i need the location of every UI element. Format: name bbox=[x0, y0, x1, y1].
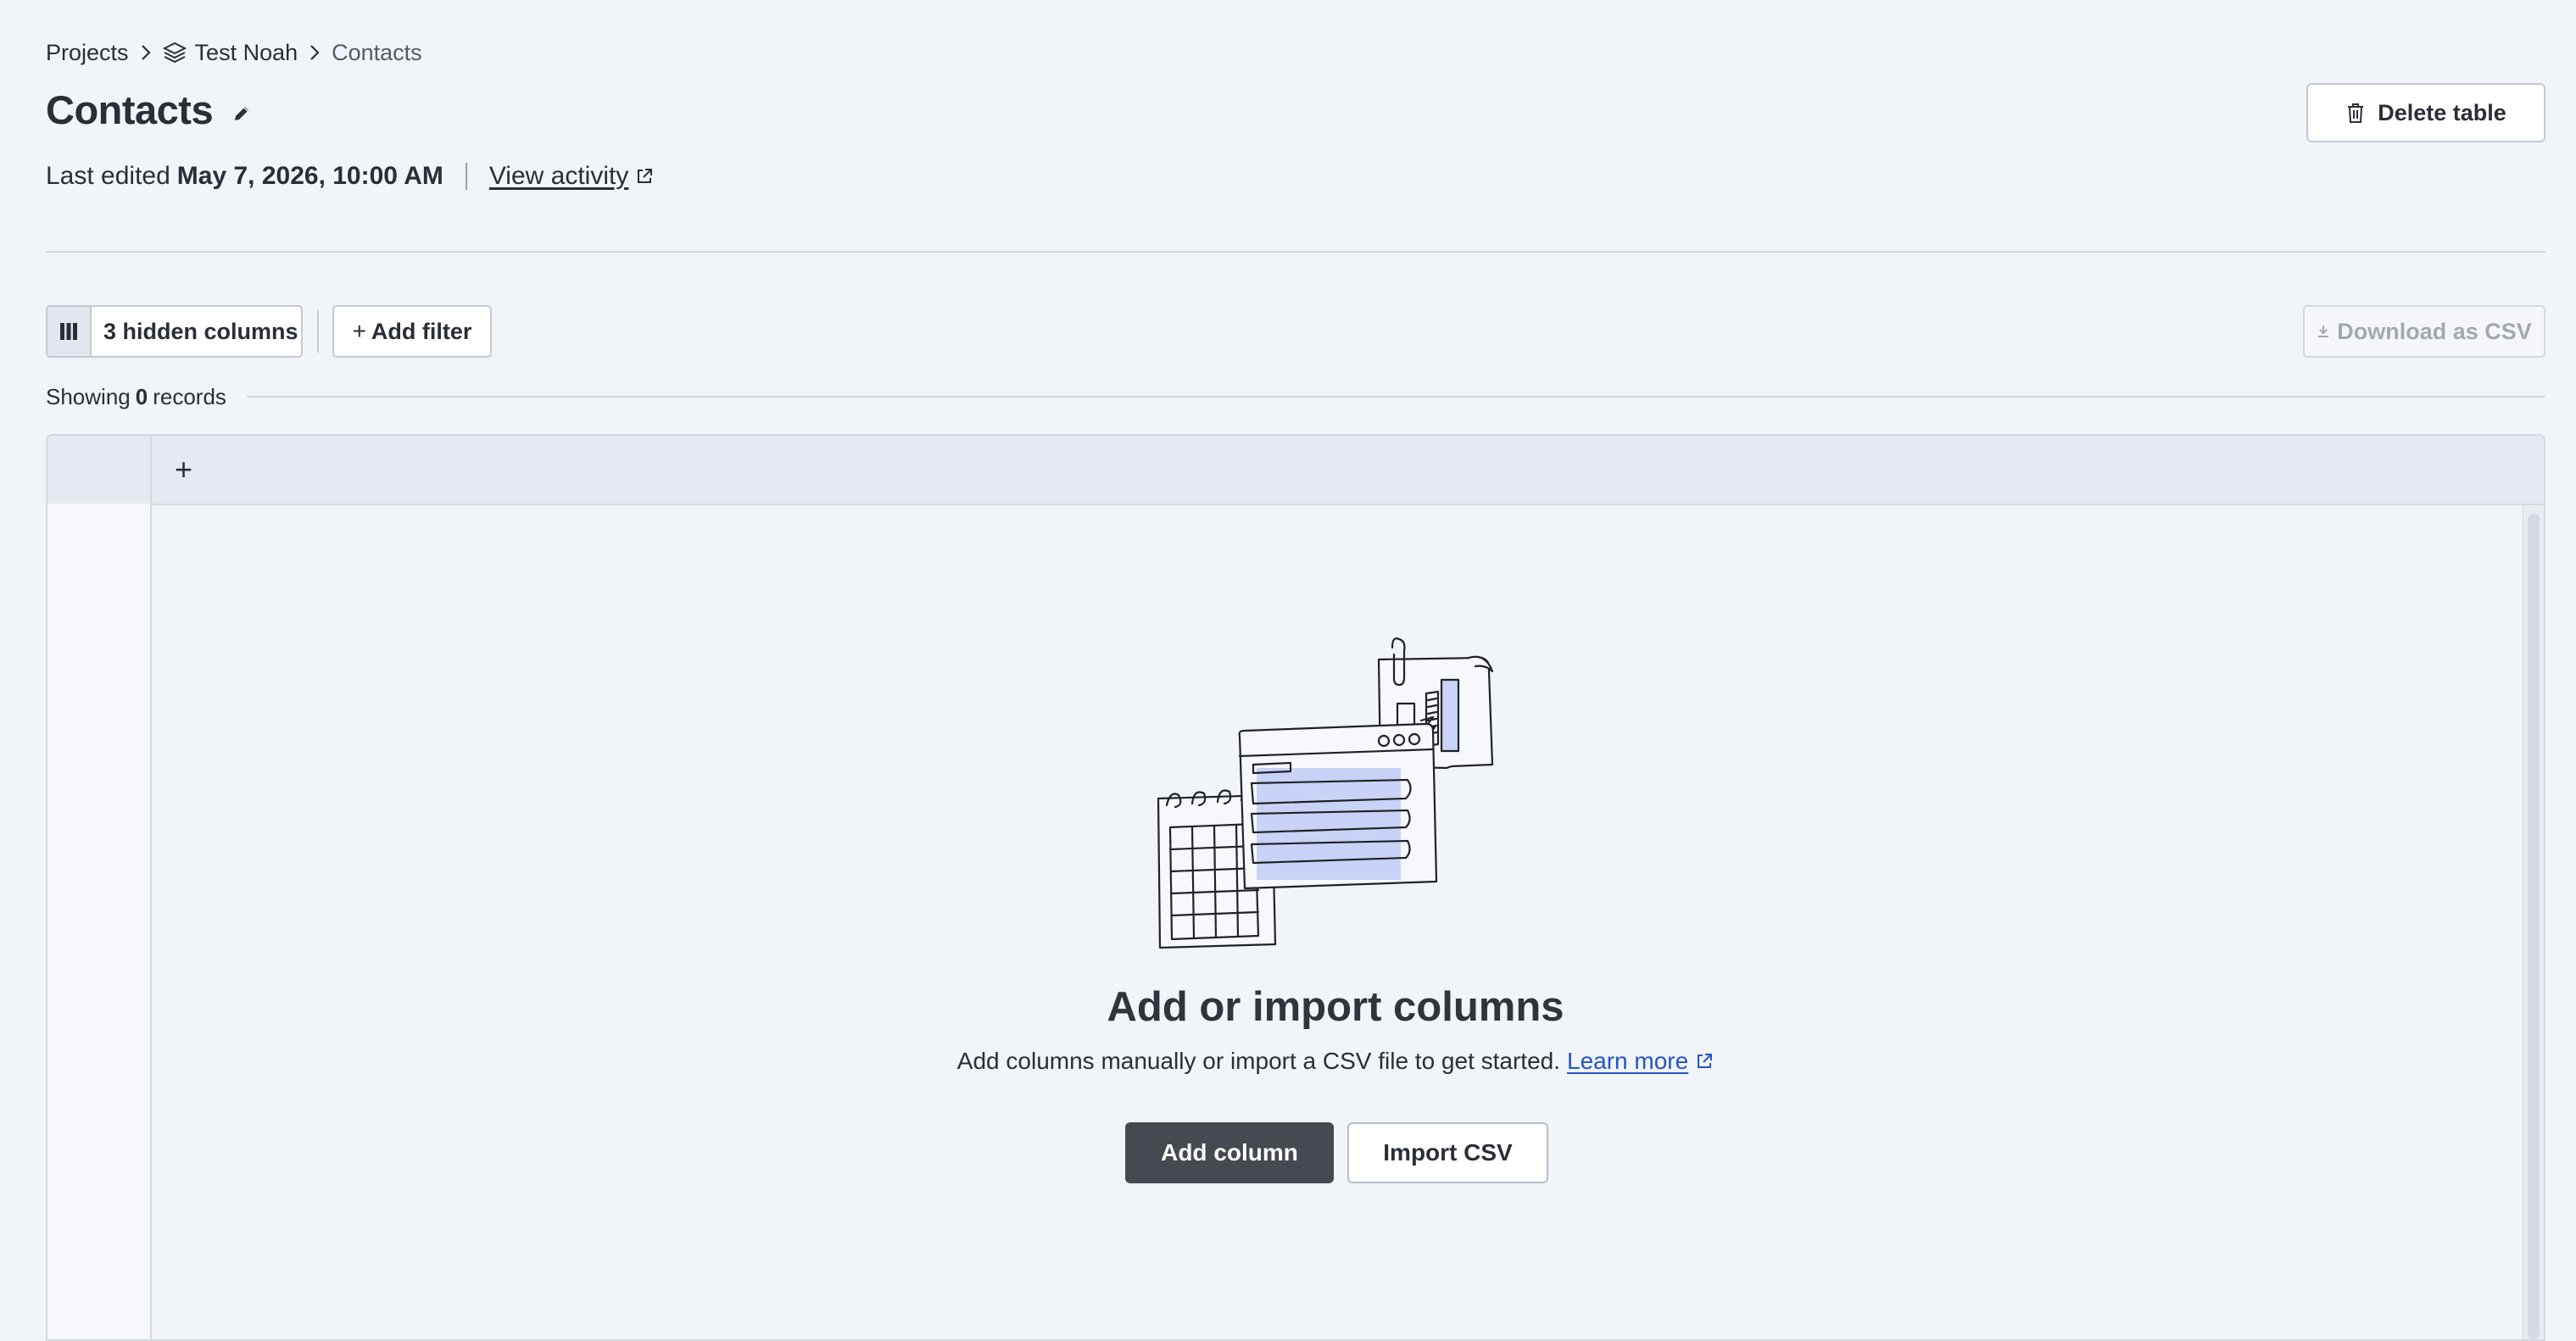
delete-table-button[interactable]: Delete table bbox=[2306, 83, 2545, 142]
records-suffix: records bbox=[153, 383, 226, 409]
empty-state-title: Add or import columns bbox=[1107, 984, 1564, 1030]
row-gutter-header bbox=[47, 436, 152, 504]
external-link-icon bbox=[635, 167, 654, 186]
learn-more-link[interactable]: Learn more bbox=[1567, 1048, 1688, 1075]
columns-icon bbox=[47, 307, 92, 356]
external-link-icon bbox=[1695, 1052, 1714, 1071]
add-filter-button[interactable]: + Add filter bbox=[332, 305, 492, 358]
page-title: Contacts bbox=[46, 87, 214, 132]
table-header bbox=[47, 436, 2544, 505]
hidden-columns-button[interactable]: 3 hidden columns bbox=[46, 305, 303, 358]
records-prefix: Showing bbox=[46, 383, 131, 409]
plus-icon: + bbox=[352, 318, 366, 344]
scrollbar-thumb[interactable] bbox=[2528, 514, 2540, 1339]
chevron-right-icon bbox=[309, 44, 320, 61]
last-edited-value: May 7, 2026, 10:00 AM bbox=[176, 162, 443, 190]
download-icon bbox=[2317, 324, 2330, 339]
empty-state-illustration bbox=[1153, 637, 1526, 960]
records-count-value: 0 bbox=[135, 383, 148, 409]
pencil-icon[interactable] bbox=[231, 103, 252, 124]
stack-icon bbox=[162, 42, 187, 64]
view-activity-link[interactable]: View activity bbox=[489, 162, 629, 191]
vertical-scrollbar[interactable] bbox=[2523, 505, 2544, 1339]
breadcrumb-project[interactable]: Test Noah bbox=[162, 39, 298, 66]
title-row: Contacts bbox=[46, 86, 252, 133]
records-divider bbox=[246, 396, 2545, 398]
hidden-columns-label: 3 hidden columns bbox=[103, 318, 298, 344]
add-filter-label: Add filter bbox=[371, 318, 472, 344]
empty-state-description-row: Add columns manually or import a CSV fil… bbox=[0, 1048, 2576, 1075]
delete-table-label: Delete table bbox=[2378, 99, 2506, 125]
import-csv-button[interactable]: Import CSV bbox=[1347, 1122, 1548, 1183]
divider bbox=[465, 163, 467, 190]
download-csv-button[interactable]: Download as CSV bbox=[2303, 305, 2545, 358]
row-number-gutter bbox=[47, 436, 152, 1339]
records-count: Showing 0 records bbox=[46, 381, 2545, 412]
breadcrumb: Projects Test Noah Contacts bbox=[46, 36, 422, 70]
trash-icon bbox=[2345, 102, 2366, 124]
breadcrumb-project-label: Test Noah bbox=[194, 39, 298, 65]
header-divider bbox=[46, 251, 2545, 253]
download-csv-label: Download as CSV bbox=[2337, 318, 2532, 344]
last-edited-row: Last edited May 7, 2026, 10:00 AM View a… bbox=[46, 159, 654, 193]
breadcrumb-projects[interactable]: Projects bbox=[46, 40, 129, 66]
add-column-plus-button[interactable]: + bbox=[175, 453, 192, 487]
empty-state-description: Add columns manually or import a CSV fil… bbox=[956, 1048, 1561, 1074]
toolbar-divider bbox=[317, 310, 319, 353]
last-edited-label: Last edited bbox=[46, 162, 170, 190]
add-column-button[interactable]: Add column bbox=[1125, 1122, 1334, 1183]
chevron-right-icon bbox=[141, 44, 151, 61]
breadcrumb-current: Contacts bbox=[332, 39, 422, 65]
